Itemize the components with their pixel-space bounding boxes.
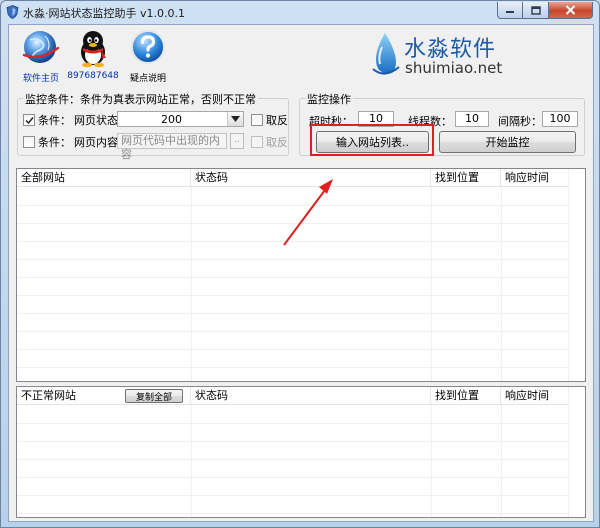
globe-icon — [20, 28, 62, 68]
help-tool[interactable]: 疑点说明 — [118, 28, 178, 84]
interval-label: 间隔秒： — [498, 115, 542, 128]
condition1-field: 网页状态 — [74, 114, 118, 127]
condition1-checkbox[interactable] — [23, 114, 35, 126]
col-found-position[interactable]: 找到位置 — [431, 169, 501, 187]
minimize-button[interactable] — [497, 2, 523, 19]
col-status-code[interactable]: 状态码 — [191, 169, 431, 187]
invert2-row: 取反 — [251, 134, 288, 150]
interval-input[interactable]: 100 — [542, 111, 578, 127]
maximize-button[interactable] — [523, 2, 549, 19]
status-code-combo[interactable]: 200 — [117, 111, 244, 127]
col-response-time-2[interactable]: 响应时间 — [501, 387, 570, 405]
qq-tool[interactable]: 897687648 — [63, 28, 123, 81]
all-sites-list[interactable]: 全部网站 状态码 找到位置 响应时间 — [16, 168, 586, 382]
highlight-box — [310, 124, 434, 156]
condition-row-2: 条件： 网页内容 — [23, 134, 118, 150]
shield-app-icon — [6, 5, 19, 19]
status-code-value: 200 — [161, 113, 182, 126]
invert1-checkbox[interactable] — [251, 114, 263, 126]
abnormal-sites-header: 不正常网站 状态码 找到位置 响应时间 — [17, 387, 585, 405]
operations-title: 监控操作 — [305, 91, 353, 107]
triangle-down-icon — [231, 116, 240, 122]
conditions-title: 监控条件：条件为真表示网站正常，否则不正常 — [23, 91, 258, 107]
abnormal-sites-scrollbar[interactable] — [568, 387, 585, 517]
title-bar[interactable]: 水淼·网站状态监控助手 v1.0.0.1 — [1, 1, 599, 23]
home-tool[interactable]: 软件主页 — [11, 28, 71, 84]
minimize-icon — [506, 11, 514, 13]
col-status-code-2[interactable]: 状态码 — [191, 387, 431, 405]
brand-logo[interactable]: 水淼软件 shuimiao.net — [367, 29, 517, 81]
invert1-row: 取反 — [251, 112, 288, 128]
abnormal-sites-list[interactable]: 不正常网站 状态码 找到位置 响应时间 复制全部 — [16, 386, 586, 518]
app-window: 水淼·网站状态监控助手 v1.0.0.1 软件主页 897687648 疑点说明… — [0, 0, 600, 528]
start-monitor-button[interactable]: 开始监控 — [439, 131, 576, 153]
maximize-icon — [530, 5, 541, 15]
window-title: 水淼·网站状态监控助手 v1.0.0.1 — [23, 7, 185, 20]
copy-all-button[interactable]: 复制全部 — [125, 389, 183, 403]
close-icon — [565, 5, 576, 15]
condition-row-1: 条件： 网页状态 — [23, 112, 118, 128]
col-found-position-2[interactable]: 找到位置 — [431, 387, 501, 405]
help-label: 疑点说明 — [129, 74, 166, 84]
question-icon — [127, 28, 169, 68]
col-response-time[interactable]: 响应时间 — [501, 169, 570, 187]
condition1-label: 条件： — [38, 114, 71, 127]
close-button[interactable] — [549, 2, 593, 19]
invert1-label: 取反 — [266, 114, 288, 127]
client-area: 软件主页 897687648 疑点说明 水淼软件 shuimiao.net 监控… — [8, 24, 594, 522]
invert2-label: 取反 — [266, 136, 288, 149]
penguin-icon — [72, 28, 114, 68]
home-label: 软件主页 — [22, 74, 59, 84]
condition2-label: 条件： — [38, 136, 71, 149]
browse-button[interactable]: .. — [230, 133, 244, 149]
check-icon — [24, 116, 34, 124]
all-sites-header: 全部网站 状态码 找到位置 响应时间 — [17, 169, 585, 187]
condition2-field: 网页内容 — [74, 136, 118, 149]
brand-name-en: shuimiao.net — [405, 59, 503, 77]
invert2-checkbox[interactable] — [251, 136, 263, 148]
col-all-sites[interactable]: 全部网站 — [17, 169, 191, 187]
all-sites-scrollbar[interactable] — [568, 169, 585, 381]
qq-label: 897687648 — [67, 71, 119, 81]
threads-input[interactable]: 10 — [455, 111, 489, 127]
water-drop-icon — [372, 33, 400, 75]
condition2-checkbox[interactable] — [23, 136, 35, 148]
content-input[interactable]: 网页代码中出现的内容 — [117, 133, 227, 161]
dropdown-arrow[interactable] — [227, 112, 243, 126]
